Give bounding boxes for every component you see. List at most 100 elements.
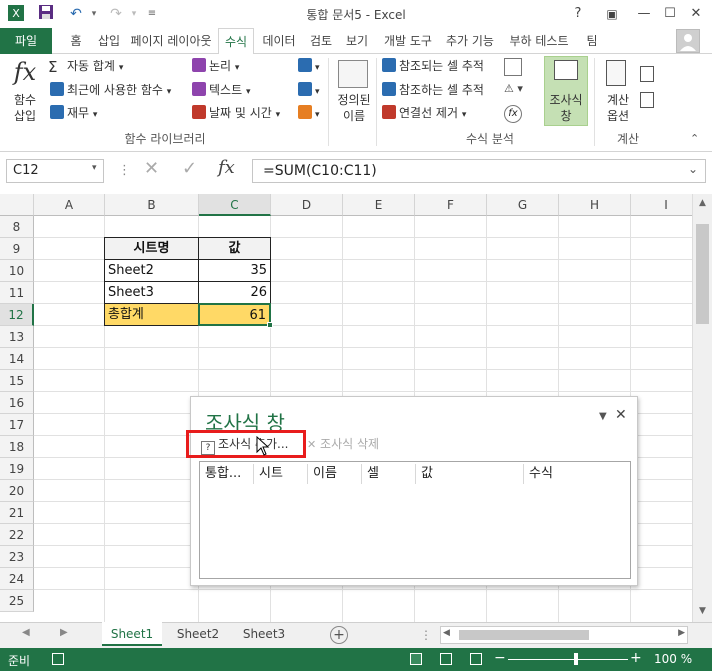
row-header-12[interactable]: 12 xyxy=(0,304,34,326)
name-box-dropdown-icon[interactable]: ▾ xyxy=(92,163,97,173)
minimize-button[interactable]: — xyxy=(630,3,658,25)
hscroll-thumb[interactable] xyxy=(459,630,589,640)
sheet-tab-sheet3[interactable]: Sheet3 xyxy=(234,622,294,646)
name-box[interactable]: C12 xyxy=(6,159,104,183)
show-formulas-icon[interactable] xyxy=(504,58,522,76)
sheet-tab-sheet2[interactable]: Sheet2 xyxy=(168,622,228,646)
tab-view[interactable]: 보기 xyxy=(340,28,374,54)
calc-sheet-icon[interactable] xyxy=(640,92,654,108)
trace-precedents-button[interactable]: 참조되는 셀 추적 xyxy=(382,58,484,74)
macro-record-icon[interactable] xyxy=(52,653,64,665)
watch-col-book[interactable]: 통합... xyxy=(200,464,254,484)
col-header-f[interactable]: F xyxy=(415,194,487,216)
col-header-e[interactable]: E xyxy=(343,194,415,216)
enter-icon[interactable]: ✓ xyxy=(182,158,197,179)
row-header-22[interactable]: 22 xyxy=(0,524,34,546)
calc-options-button[interactable]: 계산 옵션 xyxy=(596,92,640,124)
zoom-slider[interactable] xyxy=(508,659,628,660)
evaluate-formula-icon[interactable]: fx xyxy=(504,105,522,123)
watch-close-icon[interactable]: ✕ xyxy=(615,407,627,423)
tab-load-test[interactable]: 부하 테스트 xyxy=(502,28,576,54)
horizontal-scrollbar[interactable]: ◀ ▶ xyxy=(440,626,688,644)
row-header-24[interactable]: 24 xyxy=(0,568,34,590)
maximize-button[interactable]: ☐ xyxy=(656,3,684,25)
row-header-19[interactable]: 19 xyxy=(0,458,34,480)
normal-view-icon[interactable] xyxy=(410,653,422,665)
tab-developer[interactable]: 개발 도구 xyxy=(376,28,440,54)
collapse-ribbon-icon[interactable]: ⌃ xyxy=(690,132,699,145)
expand-formula-icon[interactable]: ⌄ xyxy=(688,162,698,176)
tab-data[interactable]: 데이터 xyxy=(256,28,302,54)
tab-page-layout[interactable]: 페이지 레이아웃 xyxy=(128,28,214,54)
next-sheet-icon[interactable]: ▶ xyxy=(60,627,68,638)
row-header-20[interactable]: 20 xyxy=(0,480,34,502)
logical-button[interactable]: 논리 ▾ xyxy=(192,58,239,76)
scroll-up-icon[interactable]: ▲ xyxy=(693,194,712,212)
lookup-button[interactable]: ▾ xyxy=(298,58,320,76)
text-button[interactable]: 텍스트 ▾ xyxy=(192,82,250,100)
row-header-13[interactable]: 13 xyxy=(0,326,34,348)
row-header-18[interactable]: 18 xyxy=(0,436,34,458)
fill-handle[interactable] xyxy=(267,322,273,328)
remove-arrows-button[interactable]: 연결선 제거 ▾ xyxy=(382,105,466,123)
trace-dependents-button[interactable]: 참조하는 셀 추적 xyxy=(382,82,484,98)
col-header-a[interactable]: A xyxy=(34,194,105,216)
cell-b9[interactable]: 시트명 xyxy=(104,237,199,260)
zoom-level[interactable]: 100 % xyxy=(654,652,692,666)
more-functions-button[interactable]: ▾ xyxy=(298,105,320,123)
tab-addins[interactable]: 추가 기능 xyxy=(442,28,498,54)
prev-sheet-icon[interactable]: ◀ xyxy=(22,627,30,638)
row-header-17[interactable]: 17 xyxy=(0,414,34,436)
recent-functions-button[interactable]: 최근에 사용한 함수 ▾ xyxy=(50,82,171,100)
tab-home[interactable]: 홈 xyxy=(62,28,90,54)
row-header-10[interactable]: 10 xyxy=(0,260,34,282)
calc-now-icon[interactable] xyxy=(640,66,654,82)
avatar[interactable] xyxy=(676,29,700,53)
watch-col-cell[interactable]: 셀 xyxy=(362,464,416,484)
col-header-c[interactable]: C xyxy=(199,194,271,216)
datetime-button[interactable]: 날짜 및 시간 ▾ xyxy=(192,105,280,123)
help-button[interactable]: ? xyxy=(564,3,592,25)
cell-b12[interactable]: 총합계 xyxy=(104,303,199,326)
error-checking-icon[interactable]: ⚠ ▾ xyxy=(504,82,530,100)
insert-function-button[interactable]: 함수 삽입 xyxy=(8,92,42,124)
row-header-16[interactable]: 16 xyxy=(0,392,34,414)
financial-button[interactable]: 재무 ▾ xyxy=(50,105,97,123)
watch-window-button[interactable]: 조사식 창 xyxy=(544,92,588,124)
tab-formulas[interactable]: 수식 xyxy=(218,28,254,55)
watch-col-formula[interactable]: 수식 xyxy=(524,464,632,484)
scroll-thumb[interactable] xyxy=(696,224,709,324)
tab-insert[interactable]: 삽입 xyxy=(92,28,126,54)
page-break-view-icon[interactable] xyxy=(470,653,482,665)
col-header-g[interactable]: G xyxy=(487,194,559,216)
zoom-in-icon[interactable]: + xyxy=(630,650,642,666)
zoom-slider-thumb[interactable] xyxy=(574,653,578,665)
vertical-scrollbar[interactable]: ▲ ▼ xyxy=(692,194,712,622)
math-button[interactable]: ▾ xyxy=(298,82,320,100)
scroll-right-icon[interactable]: ▶ xyxy=(678,628,685,638)
row-header-25[interactable]: 25 xyxy=(0,590,34,612)
watch-window[interactable]: 조사식 창 ▼ ✕ ? 조사식 추가... ✕ 조사식 삭제 통합... 시트 이… xyxy=(190,396,638,586)
sheet-tab-sheet1[interactable]: Sheet1 xyxy=(102,622,162,646)
row-header-9[interactable]: 9 xyxy=(0,238,34,260)
cell-c12[interactable]: 61 xyxy=(198,303,271,326)
formula-input[interactable]: =SUM(C10:C11) xyxy=(252,159,706,183)
watch-menu-icon[interactable]: ▼ xyxy=(599,411,607,422)
fx-button[interactable]: fx xyxy=(218,157,235,178)
select-all-corner[interactable] xyxy=(0,194,34,216)
row-header-14[interactable]: 14 xyxy=(0,348,34,370)
col-header-h[interactable]: H xyxy=(559,194,631,216)
watch-col-sheet[interactable]: 시트 xyxy=(254,464,308,484)
cell-c11[interactable]: 26 xyxy=(198,281,271,304)
close-button[interactable]: ✕ xyxy=(682,3,710,25)
row-header-11[interactable]: 11 xyxy=(0,282,34,304)
defined-names-button[interactable]: 정의된 이름 xyxy=(334,92,374,124)
cell-c10[interactable]: 35 xyxy=(198,259,271,282)
tab-team[interactable]: 팀 xyxy=(580,28,604,54)
ribbon-display-icon[interactable]: ▣ xyxy=(598,3,626,25)
delete-watch-button[interactable]: ✕ 조사식 삭제 xyxy=(307,435,379,452)
row-header-8[interactable]: 8 xyxy=(0,216,34,238)
cell-b11[interactable]: Sheet3 xyxy=(104,281,199,304)
watch-list[interactable]: 통합... 시트 이름 셀 값 수식 xyxy=(199,461,631,579)
row-header-23[interactable]: 23 xyxy=(0,546,34,568)
